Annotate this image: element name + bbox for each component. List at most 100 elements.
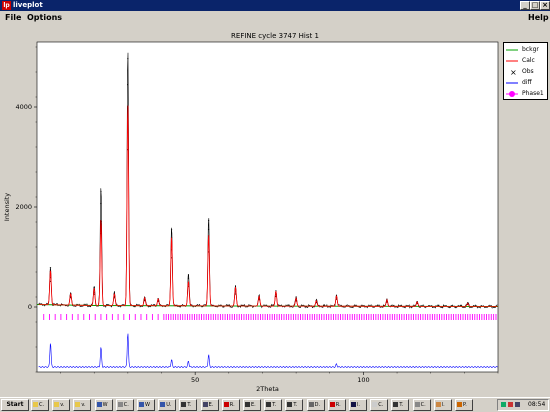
taskbar-item[interactable]: R.: [221, 399, 240, 411]
taskbar-item-label: W: [145, 402, 150, 408]
x-tick-label: 50: [191, 376, 199, 384]
taskbar-item-label: T.: [187, 402, 192, 408]
legend-item-diff: diff: [506, 78, 548, 88]
taskbar-item-icon: [33, 402, 38, 407]
legend-phase1-swatch: [506, 91, 518, 97]
taskbar-item-icon: [287, 402, 293, 407]
taskbar-item-icon: [393, 402, 399, 407]
y-axis-label: Intensity: [3, 193, 11, 221]
plot-area: [36, 41, 499, 373]
legend-diff-swatch: [506, 82, 518, 84]
taskbar-item-icon: [96, 402, 102, 407]
taskbar-item[interactable]: D.: [306, 399, 325, 411]
taskbar-item-label: R.: [335, 402, 341, 408]
taskbar-item-label: C.: [123, 402, 129, 408]
taskbar-item-icon: [139, 402, 144, 407]
svg-text:×: ×: [510, 68, 517, 77]
taskbar-item-icon: [351, 402, 356, 407]
taskbar-item[interactable]: T.: [285, 399, 304, 411]
legend-diff-label: diff: [522, 79, 532, 86]
taskbar-item[interactable]: E.: [243, 399, 261, 411]
chart-legend: bckgr Calc × Obs diff Phase1: [503, 42, 548, 100]
legend-item-calc: Calc: [506, 56, 548, 66]
taskbar-item-icon: [414, 402, 420, 407]
taskbar-item[interactable]: W: [137, 399, 155, 411]
y-tick-label: 4000: [15, 103, 32, 111]
taskbar-item-label: T.: [293, 402, 298, 408]
obs-point: [170, 229, 173, 231]
taskbar-item[interactable]: P.: [455, 399, 473, 411]
obs-point: [208, 228, 210, 231]
obs-point: [100, 190, 102, 193]
obs-point: [187, 277, 190, 279]
taskbar-item-label: E.: [251, 402, 256, 408]
taskbar-item[interactable]: T.: [264, 399, 283, 411]
taskbar-item[interactable]: T.: [391, 399, 410, 411]
legend-item-bckgr: bckgr: [506, 45, 548, 55]
taskbar-item[interactable]: l.: [349, 399, 367, 411]
taskbar-item-label: E.: [208, 402, 214, 408]
powder-pattern-chart[interactable]: 0 2000 4000 50 100 2Theta Intensity: [0, 0, 550, 397]
taskbar-item[interactable]: C.: [412, 399, 431, 411]
taskbar-item[interactable]: E.: [200, 399, 219, 411]
taskbar-item[interactable]: W: [94, 399, 113, 411]
taskbar-item-icon: [202, 402, 208, 407]
taskbar-item-label: T.: [272, 402, 277, 408]
obs-point: [127, 58, 129, 60]
taskbar-item-icon: [266, 402, 272, 407]
x-axis-label: 2Theta: [256, 385, 279, 393]
legend-phase1-label: Phase1: [522, 90, 544, 97]
y-tick-label: 2000: [15, 203, 32, 211]
system-tray: 08:54: [497, 399, 549, 411]
taskbar-item-label: v.: [81, 402, 86, 408]
start-label: Start: [6, 401, 24, 408]
obs-point: [208, 219, 210, 222]
taskbar-item-icon: [245, 402, 250, 407]
obs-point: [100, 202, 102, 205]
taskbar-item-icon: [54, 402, 60, 407]
volume-icon[interactable]: [515, 402, 520, 407]
taskbar-item-label: U.: [166, 402, 172, 408]
taskbar-item-label: W: [102, 402, 108, 408]
obs-point: [187, 274, 190, 276]
taskbar-item[interactable]: l.: [433, 399, 452, 411]
legend-calc-label: Calc: [522, 57, 535, 64]
taskbar-item[interactable]: T.: [179, 399, 198, 411]
taskbar-item-label: P.: [463, 402, 467, 408]
taskbar-item[interactable]: R.: [327, 399, 346, 411]
taskbar-item-icon: [117, 402, 123, 407]
taskbar-item[interactable]: v.: [52, 399, 71, 411]
taskbar-item-icon: [372, 402, 378, 407]
taskbar-item-icon: [75, 402, 81, 407]
legend-item-obs: × Obs: [506, 67, 548, 77]
taskbar-item[interactable]: C.: [115, 399, 134, 411]
taskbar-item-icon: [160, 402, 166, 407]
obs-point: [127, 84, 129, 86]
legend-bckgr-label: bckgr: [522, 46, 539, 53]
legend-calc-swatch: [506, 60, 518, 62]
legend-item-phase1: Phase1: [506, 89, 548, 99]
taskbar-item[interactable]: U.: [158, 399, 177, 411]
antivirus-icon[interactable]: [508, 402, 513, 407]
taskbar-item-label: v.: [60, 402, 65, 408]
taskbar-item-icon: [223, 402, 229, 407]
taskbar-item[interactable]: C.: [370, 399, 389, 411]
taskbar-item-label: R.: [229, 402, 235, 408]
taskbar-item-icon: [181, 402, 187, 407]
network-icon[interactable]: [501, 402, 506, 407]
taskbar-item[interactable]: C.: [31, 399, 49, 411]
taskbar-item-label: D.: [314, 402, 321, 408]
taskbar-item-label: T.: [399, 402, 404, 408]
taskbar-item-icon: [435, 402, 441, 407]
taskbar: Start C. v. v. W C. W U. T. E. R. E. T. T. D. R. l. C. T.…: [0, 397, 550, 412]
x-tick-label: 100: [357, 376, 369, 384]
obs-point: [49, 267, 52, 269]
taskbar-item-label: C.: [420, 402, 426, 408]
taskbar-item-label: l.: [441, 402, 445, 408]
taskbar-item-icon: [329, 402, 335, 407]
legend-obs-label: Obs: [522, 68, 534, 75]
taskbar-item-icon: [457, 402, 462, 407]
start-button[interactable]: Start: [1, 399, 29, 411]
taskbar-item[interactable]: v.: [73, 399, 92, 411]
taskbar-item-label: C.: [378, 402, 384, 408]
